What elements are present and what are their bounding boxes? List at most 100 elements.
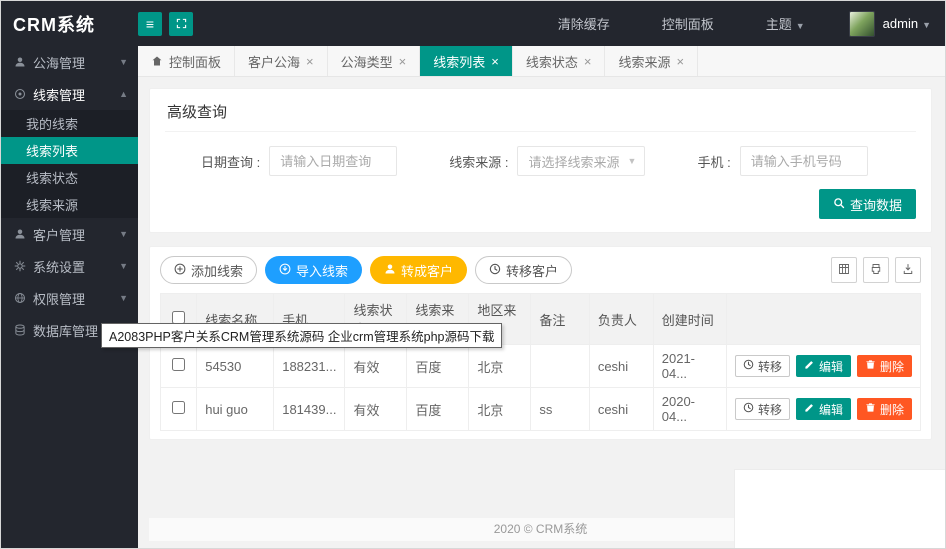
delete-row-button[interactable]: 删除 [856,355,912,377]
cell-region: 北京 [468,344,532,388]
table-row: 54530 188231... 有效 百度 北京 ceshi 2021-04..… [159,344,922,388]
tab-label: 客户公海 [248,54,301,70]
import-leads-button[interactable]: 导入线索 [265,256,363,284]
sidebar-item-xitong[interactable]: 系统设置 ▼ [1,250,138,282]
cell-phone: 181439... [273,387,346,431]
chevron-down-icon: ▼ [922,20,931,30]
transfer-label: 转移 [757,359,782,374]
row-checkbox[interactable] [172,358,186,371]
close-icon[interactable]: × [306,55,314,68]
select-placeholder: 请选择线索来源 [528,154,620,170]
avatar[interactable] [848,10,875,37]
sidebar-subitem-my-leads[interactable]: 我的线索 [1,110,138,137]
sidebar-item-kehu[interactable]: 客户管理 ▼ [1,218,138,250]
table-toolbar: 添加线索 导入线索 转成客户 转移客户 [160,247,921,293]
subitem-label: 线索来源 [26,198,79,213]
lead-source-select[interactable]: 请选择线索来源 ▼ [517,146,646,176]
clear-cache-link[interactable]: 清除缓存 [532,14,636,33]
grid-icon [838,263,850,278]
tab-customer-pool[interactable]: 客户公海 × [235,46,328,76]
tab-lead-list[interactable]: 线索列表 × [420,46,513,76]
transfer-customer-label: 转移客户 [506,263,559,279]
chevron-down-icon: ▼ [119,57,128,67]
sidebar-subitem-lead-list[interactable]: 线索列表 [1,137,138,164]
pencil-icon [804,359,815,373]
sidebar-item-quanxian[interactable]: 权限管理 ▼ [1,282,138,314]
tab-bar: 控制面板 客户公海 × 公海类型 × 线索列表 × 线索状态 × 线索来源 × [138,46,945,77]
sidebar-item-label: 权限管理 [33,291,86,307]
table-row: hui guo 181439... 有效 百度 北京 ss ceshi 2020… [159,387,922,431]
tab-label: 线索来源 [618,54,671,70]
collapse-sidebar-button[interactable]: ≡ [138,11,162,36]
sidebar-item-label: 客户管理 [33,227,86,243]
lead-source-field: 线索来源 : 请选择线索来源 ▼ [449,146,646,176]
sidebar-subitem-lead-status[interactable]: 线索状态 [1,164,138,191]
edit-label: 编辑 [818,402,843,417]
search-icon [833,197,845,212]
chevron-down-icon: ▼ [119,229,128,239]
close-icon[interactable]: × [584,55,592,68]
sidebar-item-gonghai[interactable]: 公海管理 ▼ [1,46,138,78]
close-icon[interactable]: × [399,55,407,68]
add-lead-button[interactable]: 添加线索 [160,256,258,284]
control-panel-link[interactable]: 控制面板 [636,14,740,33]
close-icon[interactable]: × [491,55,499,68]
tab-lead-source[interactable]: 线索来源 × [605,46,699,76]
app-logo: CRM系统 [13,14,95,35]
sidebar-item-label: 线索管理 [33,87,86,103]
delete-row-button[interactable]: 删除 [856,398,912,420]
sidebar: 公海管理 ▼ 线索管理 ▲ 我的线索 线索列表 线索状态 线索来源 客户管理 ▼… [1,46,138,548]
plus-circle-icon [174,263,186,278]
target-icon [14,88,33,100]
convert-customer-button[interactable]: 转成客户 [370,256,468,284]
filter-columns-button[interactable] [831,257,857,283]
tab-lead-status[interactable]: 线索状态 × [512,46,606,76]
sidebar-submenu: 我的线索 线索列表 线索状态 线索来源 [1,110,138,218]
hamburger-icon: ≡ [145,15,155,32]
tab-pool-type[interactable]: 公海类型 × [327,46,421,76]
phone-label: 手机 : [697,154,731,170]
phone-input[interactable] [739,146,868,176]
print-button[interactable] [863,257,889,283]
blank-overlay [734,469,945,548]
query-form: 日期查询 : 线索来源 : 请选择线索来源 ▼ 手机 : [165,132,916,176]
header-actions: 清除缓存 控制面板 主题 ▼ admin ▼ [532,10,945,37]
chevron-down-icon: ▼ [627,156,637,166]
cell-name: 54530 [196,344,275,388]
column-header: 创建时间 [652,293,727,345]
phone-field: 手机 : [697,146,868,176]
user-icon [14,228,33,240]
edit-row-button[interactable]: 编辑 [795,398,851,420]
column-header-actions [725,293,922,345]
sidebar-item-xiansuo[interactable]: 线索管理 ▲ [1,78,138,110]
expand-icon [176,16,187,32]
edit-row-button[interactable]: 编辑 [795,355,851,377]
subitem-label: 线索列表 [26,144,79,159]
cell-remark: ss [530,387,590,431]
theme-dropdown[interactable]: 主题 ▼ [740,14,831,33]
export-button[interactable] [895,257,921,283]
close-icon[interactable]: × [676,55,684,68]
row-checkbox[interactable] [172,401,186,414]
lead-table: 线索名称 手机 线索状态 线索来源 地区来源 备注 负责人 创建时间 545 [159,293,922,431]
transfer-row-button[interactable]: 转移 [734,355,790,377]
transfer-customer-button[interactable]: 转移客户 [475,256,573,284]
trash-icon [865,402,876,416]
lead-source-label: 线索来源 : [449,154,509,170]
tab-label: 控制面板 [169,54,222,70]
fullscreen-button[interactable] [169,11,193,36]
column-header: 负责人 [588,293,654,345]
database-icon [14,324,33,336]
row-actions: 转移 编辑 删除 [734,398,912,420]
user-menu[interactable]: admin ▼ [883,16,931,31]
chevron-down-icon: ▼ [119,261,128,271]
tab-label: 公海类型 [340,54,393,70]
cell-remark [530,344,590,388]
search-data-button[interactable]: 查询数据 [818,189,916,219]
transfer-row-button[interactable]: 转移 [734,398,790,420]
sidebar-subitem-lead-source[interactable]: 线索来源 [1,191,138,218]
date-query-input[interactable] [269,146,398,176]
tab-dashboard[interactable]: 控制面板 [138,46,236,76]
sidebar-item-label: 系统设置 [33,259,86,275]
download-icon [902,263,914,278]
